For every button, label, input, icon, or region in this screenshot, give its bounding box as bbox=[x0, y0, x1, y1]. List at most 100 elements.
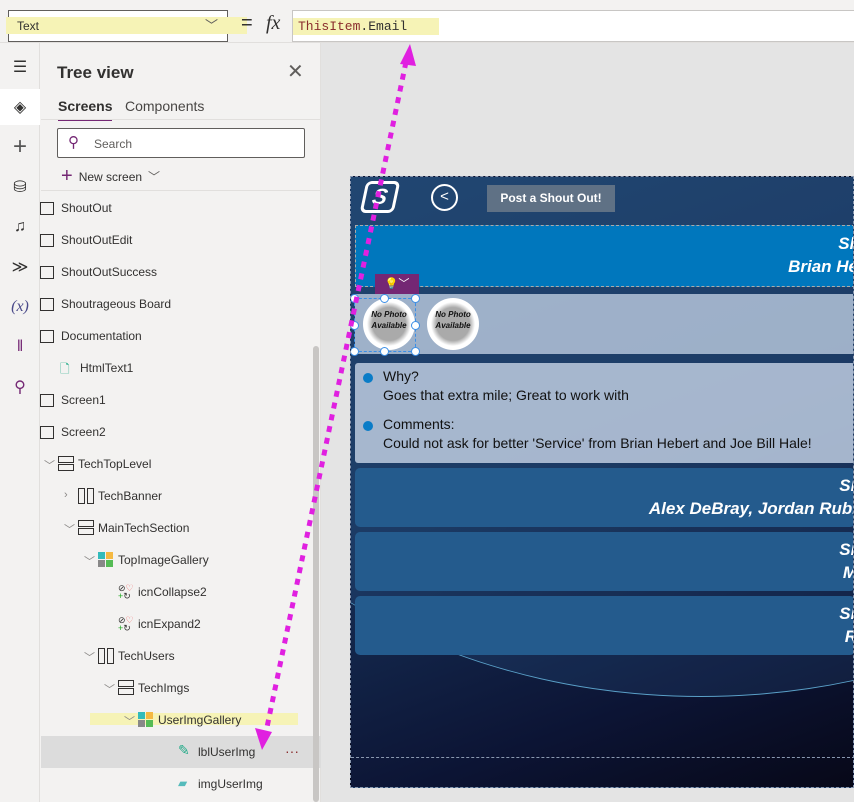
tree-item-label: UserImgGallery bbox=[158, 713, 242, 727]
label-icon: ✎ bbox=[178, 742, 190, 758]
tree-item[interactable]: ShoutOutSuccess bbox=[40, 256, 321, 288]
layers-icon[interactable]: ◈ bbox=[0, 89, 40, 125]
app-header: S < Post a Shout Out! bbox=[351, 177, 853, 219]
chevron-down-icon[interactable]: ﹀ bbox=[84, 649, 95, 665]
card-line2: Alex DeBray, Jordan Rubi bbox=[648, 499, 854, 518]
left-rail: ☰ ◈ + ⛁ ♫ ≫ (x) ‖ ⚲ bbox=[0, 43, 40, 802]
banner-line2: Brian He bbox=[788, 257, 854, 276]
tree-item-label: Screen1 bbox=[61, 393, 106, 407]
tree-item[interactable]: › TechBanner bbox=[41, 480, 321, 512]
tab-components[interactable]: Components bbox=[125, 98, 204, 114]
user-photo[interactable]: No Photo Available bbox=[427, 298, 479, 350]
search-input[interactable]: ⚲ Search bbox=[57, 128, 305, 158]
gallery-icon bbox=[138, 712, 156, 728]
database-icon[interactable]: ⛁ bbox=[0, 169, 40, 205]
formula-input[interactable]: ThisItem.Email bbox=[292, 10, 854, 42]
tree-item[interactable]: ﹀ UserImgGallery bbox=[41, 704, 321, 736]
user-image-gallery[interactable]: No Photo Available No Photo Available bbox=[355, 294, 853, 354]
plus-icon[interactable]: + bbox=[0, 129, 40, 165]
comments-label: Comments: bbox=[383, 416, 455, 432]
formula-field: .Email bbox=[360, 19, 408, 34]
tree-item-label: TopImageGallery bbox=[118, 553, 209, 567]
tree-item-label: HtmlText1 bbox=[80, 361, 134, 375]
card-line1: Sh bbox=[839, 604, 853, 623]
chevron-right-icon[interactable]: › bbox=[64, 489, 68, 501]
tree-item[interactable]: ShoutOut bbox=[40, 192, 321, 224]
variables-icon[interactable]: (x) bbox=[0, 289, 40, 325]
screen-icon bbox=[40, 266, 54, 279]
tree-view-panel: Tree view ✕ Screens Components ⚲ Search … bbox=[40, 43, 321, 802]
property-dropdown[interactable]: Text ﹀ bbox=[6, 10, 247, 42]
chevron-down-icon[interactable]: ﹀ bbox=[124, 713, 135, 729]
icons-icon: ⊘♡ +↻ bbox=[118, 583, 134, 601]
tree-item[interactable]: Documentation bbox=[40, 320, 321, 352]
post-shout-out-button[interactable]: Post a Shout Out! bbox=[487, 185, 615, 212]
tree-item-label: MainTechSection bbox=[98, 521, 190, 535]
tree-item-label: TechTopLevel bbox=[78, 457, 152, 471]
tree-item-label: Documentation bbox=[61, 329, 142, 343]
power-automate-icon[interactable]: ≫ bbox=[0, 249, 40, 285]
back-icon[interactable]: < bbox=[431, 184, 458, 211]
equals-sign: = bbox=[241, 12, 253, 34]
tree-item[interactable]: ﹀ TechTopLevel bbox=[41, 448, 321, 480]
shoutout-banner: Sh Brian He bbox=[355, 225, 854, 287]
new-screen-label: New screen bbox=[78, 169, 143, 184]
tree-item[interactable]: ⊘♡ +↻ icnExpand2 bbox=[41, 608, 321, 640]
tree-item[interactable]: ﹀ TechUsers bbox=[41, 640, 321, 672]
chevron-down-icon[interactable]: ﹀ bbox=[104, 681, 115, 697]
scrollbar[interactable] bbox=[313, 346, 319, 802]
tree-item[interactable]: ✎ lblUserImg ··· bbox=[41, 736, 321, 768]
app-preview: S < Post a Shout Out! Sh Brian He 💡﹀ No … bbox=[350, 176, 854, 788]
shoutout-card[interactable]: Sh M bbox=[355, 532, 853, 591]
card-line2: M bbox=[843, 563, 853, 583]
tree-item[interactable]: ﹀ MainTechSection bbox=[41, 512, 321, 544]
tree-item[interactable]: ⊘♡ +↻ icnCollapse2 bbox=[41, 576, 321, 608]
hamburger-icon[interactable]: ☰ bbox=[0, 49, 40, 85]
panel-title: Tree view bbox=[57, 63, 134, 82]
close-icon[interactable]: ✕ bbox=[287, 59, 304, 84]
property-value: Text bbox=[17, 19, 40, 33]
icons-icon: ⊘♡ +↻ bbox=[118, 615, 134, 633]
tree-item[interactable]: 🗋 HtmlText1 bbox=[41, 352, 321, 384]
html-text-icon: 🗋 bbox=[60, 362, 70, 376]
shoutout-card[interactable]: Sh Alex DeBray, Jordan Rubi bbox=[355, 468, 854, 527]
chevron-down-icon[interactable]: ﹀ bbox=[64, 521, 75, 537]
screen-icon bbox=[40, 298, 54, 311]
chevron-down-icon: ﹀ bbox=[205, 18, 219, 33]
tools-icon[interactable]: ‖ bbox=[0, 329, 40, 365]
shoutout-card[interactable]: Sh R bbox=[355, 596, 853, 655]
image-icon: ▰ bbox=[178, 776, 188, 790]
tree-item[interactable]: Shoutrageous Board bbox=[40, 288, 321, 320]
tree-item-label: ShoutOut bbox=[61, 201, 112, 215]
tree-item[interactable]: ShoutOutEdit bbox=[40, 224, 321, 256]
tree-item-label: Screen2 bbox=[61, 425, 106, 439]
tree-item-label: ShoutOutSuccess bbox=[61, 265, 158, 279]
tree-item-label: icnCollapse2 bbox=[138, 585, 207, 599]
media-icon[interactable]: ♫ bbox=[0, 209, 40, 245]
tree-item[interactable]: ﹀ TopImageGallery bbox=[41, 544, 321, 576]
tree-item-label: Shoutrageous Board bbox=[61, 297, 172, 311]
chevron-down-icon[interactable]: ﹀ bbox=[84, 553, 95, 569]
screen-icon bbox=[40, 426, 54, 439]
formula-bar: Text ﹀ = fx ThisItem.Email bbox=[0, 0, 854, 43]
tree-item[interactable]: Screen2 bbox=[40, 416, 321, 448]
tree-item-label: TechUsers bbox=[118, 649, 175, 663]
comments-value: Could not ask for better 'Service' from … bbox=[383, 435, 812, 451]
logo: S bbox=[359, 181, 401, 213]
vertical-container-icon bbox=[118, 680, 136, 696]
tree-item-label: icnExpand2 bbox=[138, 617, 201, 631]
tree-item[interactable]: ﹀ TechImgs bbox=[41, 672, 321, 704]
more-options-icon[interactable]: ··· bbox=[285, 743, 299, 759]
horizontal-container-icon bbox=[78, 488, 96, 504]
search-icon[interactable]: ⚲ bbox=[0, 369, 40, 405]
tab-screens[interactable]: Screens bbox=[58, 98, 113, 121]
ideas-button[interactable]: 💡﹀ bbox=[375, 274, 419, 294]
tree-item[interactable]: ▰ imgUserImg bbox=[41, 768, 321, 800]
selection-box[interactable] bbox=[351, 294, 420, 356]
chevron-down-icon[interactable]: ﹀ bbox=[44, 457, 55, 473]
why-label: Why? bbox=[383, 368, 419, 384]
screen-icon bbox=[40, 234, 54, 247]
tree-item-label: imgUserImg bbox=[198, 777, 263, 791]
tree-item[interactable]: Screen1 bbox=[40, 384, 321, 416]
new-screen-button[interactable]: + New screen ﹀ bbox=[61, 165, 160, 188]
